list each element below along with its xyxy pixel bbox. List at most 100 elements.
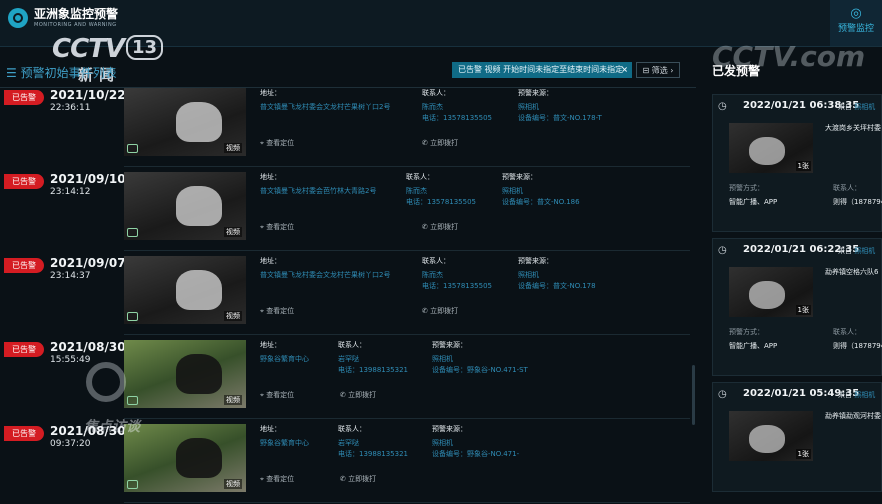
source-device-id: 设备编号：野象谷-NO.471-ST [432, 366, 528, 374]
card-location: 大渡岗乡关坪村委 [825, 124, 881, 132]
contact-phone: 电话：13578135505 [406, 198, 476, 206]
filter-button[interactable]: ⊟ 筛选 › [636, 62, 680, 78]
method-value: 智能广播、APP [729, 342, 778, 350]
alarm-row[interactable]: 已告警 2021/08/30 09:37:20 视频 地址： 野象谷繁育中心 联系人： 岩罕哒… [0, 424, 690, 504]
dial-link[interactable]: ✆ 立即拨打 [340, 390, 376, 400]
source-type: 照相机 [432, 355, 453, 363]
card-contact-value: 则得（1878794 [833, 342, 882, 350]
row-divider [124, 166, 690, 167]
alarm-row[interactable]: 已告警 2021/09/07 23:14:37 视频 地址： 普文镇曼飞龙村委会文龙村芒果… [0, 256, 690, 336]
monitor-icon: ◎ [850, 6, 862, 21]
card-contact-label: 联系人： [833, 328, 861, 336]
row-divider [124, 250, 690, 251]
method-value: 智能广播、APP [729, 198, 778, 206]
source-label: 预警来源： [432, 341, 467, 349]
contact-phone: 电话：13578135505 [422, 282, 492, 290]
source-label: 预警来源： [432, 425, 467, 433]
sent-warning-card[interactable]: ◷ 2022/01/21 05:49:35 来自 照相机 1张 勐养镇勐观河村委 [712, 382, 882, 492]
address-value: 野象谷繁育中心 [260, 355, 309, 363]
elephant-figure [749, 281, 785, 309]
card-thumbnail[interactable]: 1张 [729, 411, 813, 461]
contact-name: 陈而杰 [406, 187, 427, 195]
brand-name: 亚洲象监控预警 [34, 7, 119, 21]
contact-label: 联系人： [422, 89, 450, 97]
address-value: 普文镇曼飞龙村委会文龙村芒果树丫口2号 [260, 103, 391, 111]
sent-warnings-panel: 已发预警 ◷ 2022/01/21 06:38:35 来自 照相机 1张 大渡岗乡关坪村… [700, 50, 882, 492]
contact-name: 岩罕哒 [338, 439, 359, 447]
phone-icon: ✆ [422, 139, 428, 147]
alarm-thumbnail[interactable]: 视频 [124, 424, 246, 492]
clock-icon: ◷ [718, 101, 727, 112]
status-badge: 已告警 [4, 426, 44, 441]
alarm-time: 22:36:11 [50, 103, 91, 113]
source-device-id: 设备编号：普文-NO.178-T [518, 114, 602, 122]
sent-warning-card[interactable]: ◷ 2022/01/21 06:38:35 来自 照相机 1张 大渡岗乡关坪村委 预警方式… [712, 94, 882, 232]
status-badge: 已告警 [4, 258, 44, 273]
row-divider [124, 502, 690, 503]
contact-name: 陈而杰 [422, 271, 443, 279]
card-thumbnail[interactable]: 1张 [729, 267, 813, 317]
program-watermark: 焦点访谈 [84, 419, 140, 435]
row-divider [124, 334, 690, 335]
method-label: 预警方式： [729, 184, 764, 192]
alarm-time: 09:37:20 [50, 439, 91, 449]
dial-link[interactable]: ✆ 立即拨打 [422, 138, 458, 148]
alarm-date: 2021/09/07 [50, 256, 126, 270]
clock-icon: ◷ [718, 389, 727, 400]
filter-icon: ⊟ [642, 66, 650, 75]
status-badge: 已告警 [4, 90, 44, 105]
brand-subtitle: MONITORING AND WARNING [34, 22, 117, 28]
alarm-row[interactable]: 已告警 2021/09/10 23:14:12 视频 地址： 普文镇曼飞龙村委会芭竹林大青… [0, 172, 690, 252]
alarm-thumbnail[interactable]: 视频 [124, 340, 246, 408]
nav-warning-monitor-label: 预警监控 [837, 24, 874, 34]
contact-phone: 电话：13578135505 [422, 114, 492, 122]
source-device-id: 设备编号：普文-NO.178 [518, 282, 596, 290]
active-filter-tag[interactable]: 已告警 视频 开始时间未指定至结束时间未指定 × [452, 62, 632, 78]
image-icon [127, 144, 138, 153]
locate-link[interactable]: ⌖ 查看定位 [260, 306, 294, 316]
video-tag: 视频 [224, 311, 242, 321]
list-scrollbar[interactable] [692, 365, 695, 425]
dial-link[interactable]: ✆ 立即拨打 [422, 306, 458, 316]
card-source-value: 照相机 [854, 247, 876, 255]
phone-icon: ✆ [340, 391, 346, 399]
close-icon[interactable]: × [621, 62, 628, 78]
locate-link[interactable]: ⌖ 查看定位 [260, 222, 294, 232]
alarm-thumbnail[interactable]: 视频 [124, 256, 246, 324]
alarm-thumbnail[interactable]: 视频 [124, 172, 246, 240]
image-icon [127, 312, 138, 321]
locate-link[interactable]: ⌖ 查看定位 [260, 138, 294, 148]
elephant-figure [749, 137, 785, 165]
elephant-figure [176, 354, 222, 394]
brand[interactable]: 亚洲象监控预警 MONITORING AND WARNING [8, 8, 118, 28]
source-label: 预警来源： [518, 257, 553, 265]
source-type: 照相机 [502, 187, 523, 195]
contact-name: 陈而杰 [422, 103, 443, 111]
locate-link[interactable]: ⌖ 查看定位 [260, 474, 294, 484]
list-title: ☰ 预警初始事件列表 [6, 66, 117, 80]
image-icon [127, 480, 138, 489]
dial-link[interactable]: ✆ 立即拨打 [422, 222, 458, 232]
alarm-thumbnail[interactable]: 视频 [124, 88, 246, 156]
photo-count: 1张 [795, 161, 811, 171]
elephant-figure [176, 186, 222, 226]
sent-warnings-title: 已发预警 [712, 64, 761, 78]
video-tag: 视频 [224, 143, 242, 153]
locate-link[interactable]: ⌖ 查看定位 [260, 390, 294, 400]
method-label: 预警方式： [729, 328, 764, 336]
contact-label: 联系人： [338, 425, 366, 433]
alarm-row[interactable]: 已告警 2021/10/22 22:36:11 视频 地址： 普文镇曼飞龙村委会文龙村芒果… [0, 88, 690, 168]
sent-warning-card[interactable]: ◷ 2022/01/21 06:22:35 来自 照相机 1张 勐养镇空格六队6 预警方式… [712, 238, 882, 376]
address-value: 普文镇曼飞龙村委会芭竹林大青路2号 [260, 187, 377, 195]
location-pin-icon: ⌖ [260, 391, 264, 399]
row-divider [124, 418, 690, 419]
list-header: ☰ 预警初始事件列表 已告警 视频 开始时间未指定至结束时间未指定 × ⊟ 筛选… [4, 56, 694, 86]
elephant-figure [176, 102, 222, 142]
card-source: 来自 照相机 [838, 391, 876, 399]
brand-logo-icon [8, 8, 28, 28]
address-label: 地址： [260, 257, 281, 265]
card-location: 勐养镇空格六队6 [825, 268, 879, 276]
program-watermark-icon [86, 362, 126, 402]
dial-link[interactable]: ✆ 立即拨打 [340, 474, 376, 484]
card-thumbnail[interactable]: 1张 [729, 123, 813, 173]
